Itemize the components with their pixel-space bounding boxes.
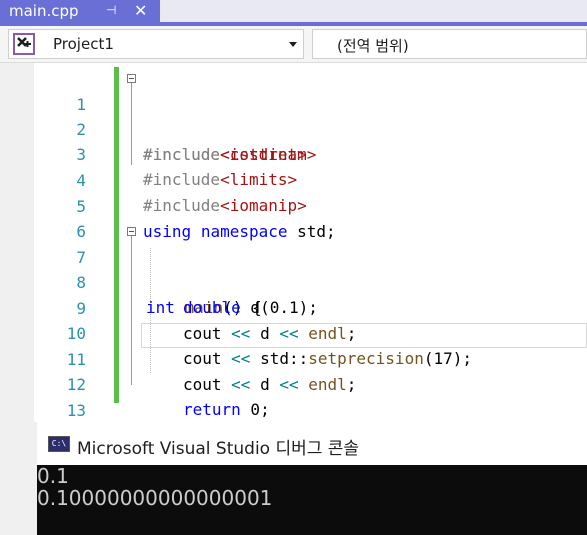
- tab-main-cpp[interactable]: main.cpp ⊣ ✕: [0, 0, 160, 22]
- code-line[interactable]: 13 }: [0, 373, 587, 445]
- editor-margin-below: [0, 422, 37, 535]
- code-line[interactable]: 11 cout << d << endl;: [0, 322, 587, 394]
- console-output-line: 0.1: [37, 464, 69, 488]
- project-dropdown[interactable]: Project1: [8, 29, 304, 59]
- code-line[interactable]: 10 cout << std::setprecision(17);: [0, 296, 587, 368]
- project-label: Project1: [53, 35, 114, 53]
- code-line[interactable]: 9 cout << d << endl;: [0, 271, 587, 343]
- code-line[interactable]: 8 double d(0.1);: [0, 245, 587, 317]
- code-line[interactable]: 7 int main() {: [0, 220, 587, 317]
- scope-dropdown[interactable]: (전역 범위): [312, 29, 587, 59]
- tab-title: main.cpp: [9, 2, 79, 20]
- code-line[interactable]: 12 return 0;: [0, 347, 587, 419]
- pin-icon[interactable]: ⊣: [106, 3, 116, 17]
- debug-console-window[interactable]: C:\ Microsoft Visual Studio 디버그 콘솔 0.1 0…: [37, 422, 587, 535]
- collapse-icon[interactable]: [127, 74, 136, 83]
- code-line[interactable]: 3 #include<limits>: [0, 117, 587, 189]
- code-line[interactable]: 5 using namespace std;: [0, 169, 587, 241]
- code-editor[interactable]: 1 #include<iostream> 2 #include<cstdint>…: [0, 63, 587, 445]
- cpp-project-icon: [13, 33, 35, 55]
- code-line[interactable]: 4 #include<iomanip>: [0, 143, 587, 215]
- code-line[interactable]: 6: [0, 194, 587, 241]
- scope-label: (전역 범위): [337, 37, 409, 55]
- code-line[interactable]: 14: [0, 398, 587, 445]
- chevron-down-icon: [289, 42, 297, 47]
- console-titlebar[interactable]: C:\ Microsoft Visual Studio 디버그 콘솔: [37, 422, 587, 465]
- console-output: 0.1 0.10000000000000001: [37, 465, 272, 509]
- console-output-line: 0.10000000000000001: [37, 486, 273, 510]
- console-icon: C:\: [48, 436, 70, 452]
- collapse-icon[interactable]: [127, 227, 136, 236]
- console-title: Microsoft Visual Studio 디버그 콘솔: [77, 439, 360, 459]
- close-icon[interactable]: ✕: [134, 1, 147, 20]
- code-line[interactable]: 1 #include<iostream>: [0, 67, 587, 164]
- navigation-bar: Project1 (전역 범위): [0, 26, 587, 63]
- code-line[interactable]: 2 #include<cstdint>: [0, 92, 587, 164]
- document-tab-strip: main.cpp ⊣ ✕: [0, 0, 587, 22]
